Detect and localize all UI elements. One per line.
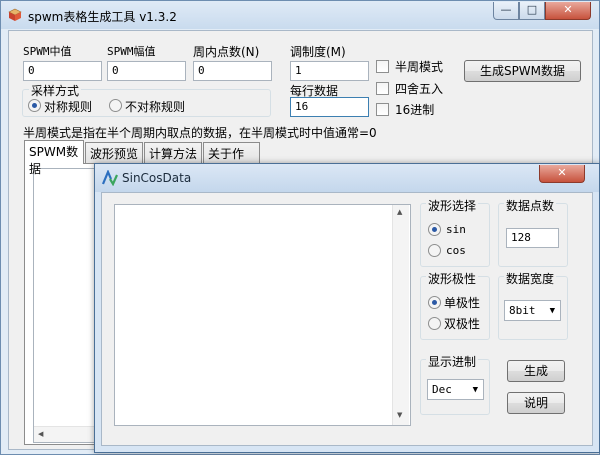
help-button[interactable]: 说明 — [507, 392, 565, 414]
half-cycle-checkbox[interactable] — [376, 60, 389, 73]
center-input[interactable]: 0 — [23, 61, 102, 81]
data-points-title: 数据点数 — [504, 197, 557, 214]
minimize-button[interactable]: — — [493, 2, 519, 20]
points-label: 周内点数(N) — [193, 45, 260, 59]
cos-label: cos — [446, 244, 466, 257]
radix-select[interactable]: Dec ▼ — [427, 379, 484, 400]
sincos-output-textarea[interactable] — [114, 204, 411, 426]
sampling-title: 采样方式 — [29, 82, 82, 99]
output-vertical-scrollbar[interactable]: ▲ ▼ — [392, 205, 409, 425]
window-title: spwm表格生成工具 v1.3.2 — [28, 10, 177, 24]
radix-value: Dec — [432, 383, 452, 396]
amplitude-input[interactable]: 0 — [107, 61, 186, 81]
dialog-close-button[interactable]: ✕ — [539, 165, 585, 183]
scroll-left-arrow-icon[interactable]: ◀ — [38, 430, 43, 438]
bipolar-radio[interactable] — [428, 317, 441, 330]
cos-radio[interactable] — [428, 244, 441, 257]
points-input[interactable]: 0 — [193, 61, 272, 81]
tab-waveform-preview[interactable]: 波形预览 — [85, 142, 143, 163]
wave-select-title: 波形选择 — [426, 197, 479, 214]
sincos-dialog: SinCosData ✕ ▲ ▼ 波形选择 sin cos 数据点数 128 波… — [94, 163, 600, 453]
symmetric-radio[interactable] — [28, 99, 41, 112]
chevron-down-icon: ▼ — [472, 385, 478, 395]
radix-title: 显示进制 — [426, 353, 479, 370]
dialog-title-bar[interactable]: SinCosData ✕ — [95, 164, 599, 192]
asymmetric-radio[interactable] — [109, 99, 122, 112]
tab-spwm-data[interactable]: SPWM数据 — [24, 140, 84, 176]
sin-radio[interactable] — [428, 223, 441, 236]
dialog-client-area: ▲ ▼ 波形选择 sin cos 数据点数 128 波形极性 单极性 双极性 数… — [101, 192, 593, 446]
hex-label: 16进制 — [395, 103, 435, 117]
data-points-input[interactable]: 128 — [506, 228, 559, 248]
unipolar-radio[interactable] — [428, 296, 441, 309]
close-button[interactable]: ✕ — [545, 2, 591, 20]
modulation-input[interactable]: 1 — [290, 61, 369, 81]
dialog-title: SinCosData — [122, 171, 192, 185]
round-checkbox[interactable] — [376, 82, 389, 95]
tab-about-author[interactable]: 关于作者 — [203, 142, 260, 178]
data-width-title: 数据宽度 — [504, 270, 557, 287]
polarity-title: 波形极性 — [426, 270, 479, 287]
half-cycle-label: 半周模式 — [395, 60, 444, 74]
chevron-down-icon: ▼ — [549, 306, 555, 316]
scroll-down-arrow-icon[interactable]: ▼ — [397, 411, 402, 419]
scroll-up-arrow-icon[interactable]: ▲ — [397, 208, 402, 216]
data-width-select[interactable]: 8bit ▼ — [504, 300, 561, 321]
wave-logo-icon — [101, 170, 119, 186]
data-width-value: 8bit — [509, 304, 536, 317]
center-label: SPWM中值 — [23, 45, 72, 58]
main-title-bar[interactable]: spwm表格生成工具 v1.3.2 — □ ✕ — [1, 1, 599, 29]
amplitude-label: SPWM幅值 — [107, 45, 156, 58]
generate-spwm-button[interactable]: 生成SPWM数据 — [464, 60, 581, 82]
modulation-label: 调制度(M) — [290, 45, 346, 59]
maximize-button[interactable]: □ — [519, 2, 545, 20]
sin-label: sin — [446, 223, 466, 236]
asymmetric-label: 不对称规则 — [125, 100, 186, 114]
bipolar-label: 双极性 — [444, 317, 481, 331]
half-cycle-hint: 半周模式是指在半个周期内取点的数据，在半周模式时中值通常=0 — [23, 126, 377, 140]
round-label: 四舍五入 — [395, 82, 444, 96]
tab-calculation[interactable]: 计算方法 — [144, 142, 202, 163]
generate-button[interactable]: 生成 — [507, 360, 565, 382]
symmetric-label: 对称规则 — [44, 100, 93, 114]
app-icon — [8, 8, 22, 21]
per-row-input[interactable]: 16 — [290, 97, 369, 117]
hex-checkbox[interactable] — [376, 103, 389, 116]
unipolar-label: 单极性 — [444, 296, 481, 310]
